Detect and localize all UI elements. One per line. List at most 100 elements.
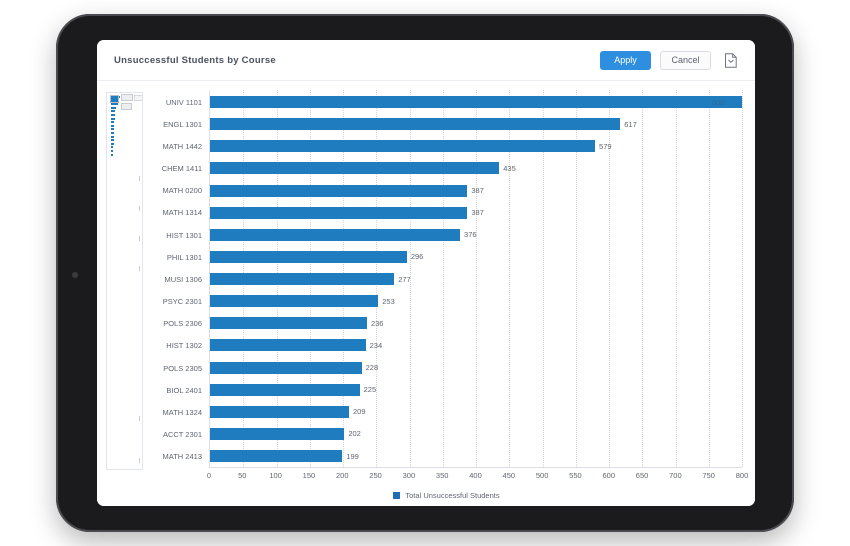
mini-bar — [111, 124, 115, 127]
page-title: Unsuccessful Students by Course — [114, 54, 276, 66]
y-axis-tick-label: PSYC 2301 — [162, 297, 202, 307]
mini-chart-plot — [111, 96, 139, 467]
chart-legend: Total Unsuccessful Students — [151, 484, 742, 506]
bar-row[interactable]: 435 — [210, 157, 742, 179]
y-axis-tick-label: MATH 1442 — [162, 141, 202, 151]
mini-bar — [111, 103, 118, 106]
bar[interactable] — [210, 250, 407, 263]
bar-value-label: 225 — [363, 385, 377, 395]
legend-swatch-icon — [393, 491, 401, 499]
bar-row[interactable]: 296 — [210, 246, 742, 268]
bar-row[interactable]: 199 — [210, 445, 742, 467]
device-camera-icon — [72, 272, 78, 278]
mini-chart-tick — [139, 265, 140, 271]
mini-legend-box-c — [134, 95, 142, 101]
mini-bar — [111, 146, 114, 149]
x-axis-tick-label: 500 — [535, 471, 549, 480]
mini-bar — [111, 128, 114, 131]
header-actions: Apply Cancel — [600, 50, 741, 71]
bar-row[interactable]: 228 — [210, 357, 742, 379]
x-axis-tick-label: 750 — [702, 471, 715, 480]
bar-row[interactable]: 209 — [210, 401, 742, 423]
mini-chart-tick — [139, 175, 140, 181]
bar[interactable] — [210, 140, 596, 153]
bar-value-label: 277 — [398, 274, 411, 284]
mini-bar — [111, 106, 116, 109]
bar-row[interactable]: 376 — [210, 224, 742, 246]
bar[interactable] — [210, 361, 362, 374]
y-axis-tick-label: MATH 0200 — [162, 186, 202, 196]
bar-row[interactable]: 617 — [210, 113, 742, 135]
mini-bar — [111, 117, 116, 120]
bar-row[interactable]: 225 — [210, 379, 742, 401]
y-axis-tick-label: CHEM 1411 — [161, 164, 202, 174]
mini-bar — [111, 135, 114, 138]
bar[interactable] — [210, 339, 366, 352]
gridline — [742, 90, 743, 467]
mini-bar — [111, 131, 114, 134]
mini-bar — [111, 142, 114, 145]
bar-row[interactable]: 234 — [210, 334, 742, 356]
bar[interactable] — [210, 273, 395, 286]
bar-row[interactable]: 236 — [210, 312, 742, 334]
y-axis-tick-label: MUSI 1306 — [164, 274, 202, 284]
apply-button[interactable]: Apply — [600, 50, 651, 70]
bar-value-label: 435 — [503, 163, 516, 173]
bar-row[interactable]: 579 — [210, 135, 742, 157]
x-axis-tick-label: 700 — [669, 471, 682, 480]
x-axis-tick-label: 550 — [569, 471, 582, 480]
mini-bar — [111, 110, 116, 113]
bar-value-label: 579 — [599, 141, 612, 151]
bar[interactable] — [210, 383, 360, 396]
x-axis-tick-label: 50 — [238, 471, 247, 480]
mini-bar — [111, 121, 115, 124]
mini-legend-box-b — [121, 94, 133, 101]
bar-row[interactable]: 202 — [210, 423, 742, 445]
bar[interactable] — [210, 317, 367, 330]
bar-value-label: 387 — [471, 208, 484, 218]
bar-value-label: 376 — [464, 230, 477, 240]
mini-bar — [111, 149, 114, 152]
bar-value-label: 199 — [346, 451, 359, 461]
mini-chart-tick — [139, 205, 140, 211]
mini-chart-thumbnail[interactable] — [106, 92, 143, 470]
bar-row[interactable]: 387 — [210, 202, 742, 224]
bar[interactable] — [210, 450, 343, 463]
bars-layer: 800 617 579 435 387 387 376 296 277 253 236 234 228 2… — [210, 90, 742, 467]
bar-row[interactable]: 277 — [210, 268, 742, 290]
bar-value-label: 209 — [352, 407, 366, 417]
x-axis-tick-label: 650 — [635, 471, 649, 480]
x-axis-tick-label: 200 — [335, 471, 349, 480]
bar[interactable] — [210, 118, 621, 131]
legend-label: Total Unsuccessful Students — [405, 490, 500, 500]
bar[interactable] — [210, 405, 349, 418]
bar[interactable] — [210, 96, 742, 109]
mini-legend-box-d — [121, 103, 132, 110]
y-axis-tick-label: POLS 2305 — [163, 363, 202, 373]
y-axis-tick-label: HIST 1302 — [166, 341, 202, 351]
bar[interactable] — [210, 206, 468, 219]
y-axis-tick-label: BIOL 2401 — [166, 385, 202, 395]
bar[interactable] — [210, 184, 468, 197]
bar-row[interactable]: 800 — [210, 91, 742, 113]
mini-chart-tick — [139, 235, 140, 241]
bar[interactable] — [210, 228, 461, 241]
cancel-button[interactable]: Cancel — [660, 50, 711, 70]
bar[interactable] — [210, 162, 500, 175]
bar-value-label: 296 — [410, 252, 424, 262]
bar-value-label: 387 — [471, 186, 484, 196]
mini-bar — [111, 153, 114, 156]
bar-row[interactable]: 387 — [210, 180, 742, 202]
chart-panel: Unsuccessful Students by Course Apply Ca… — [97, 40, 755, 506]
bar[interactable] — [210, 427, 345, 440]
y-axis-tick-label: MATH 1324 — [162, 407, 202, 417]
x-axis-tick-label: 450 — [502, 471, 516, 480]
y-axis-tick-label: MATH 2413 — [162, 452, 202, 462]
x-axis-tick-label: 300 — [402, 471, 416, 480]
x-axis-tick-label: 800 — [735, 471, 749, 480]
x-axis-tick-label: 100 — [269, 471, 282, 480]
bar-row[interactable]: 253 — [210, 290, 742, 312]
bar[interactable] — [210, 295, 379, 308]
bar-value-label: 234 — [369, 340, 383, 350]
export-button[interactable] — [720, 50, 741, 71]
